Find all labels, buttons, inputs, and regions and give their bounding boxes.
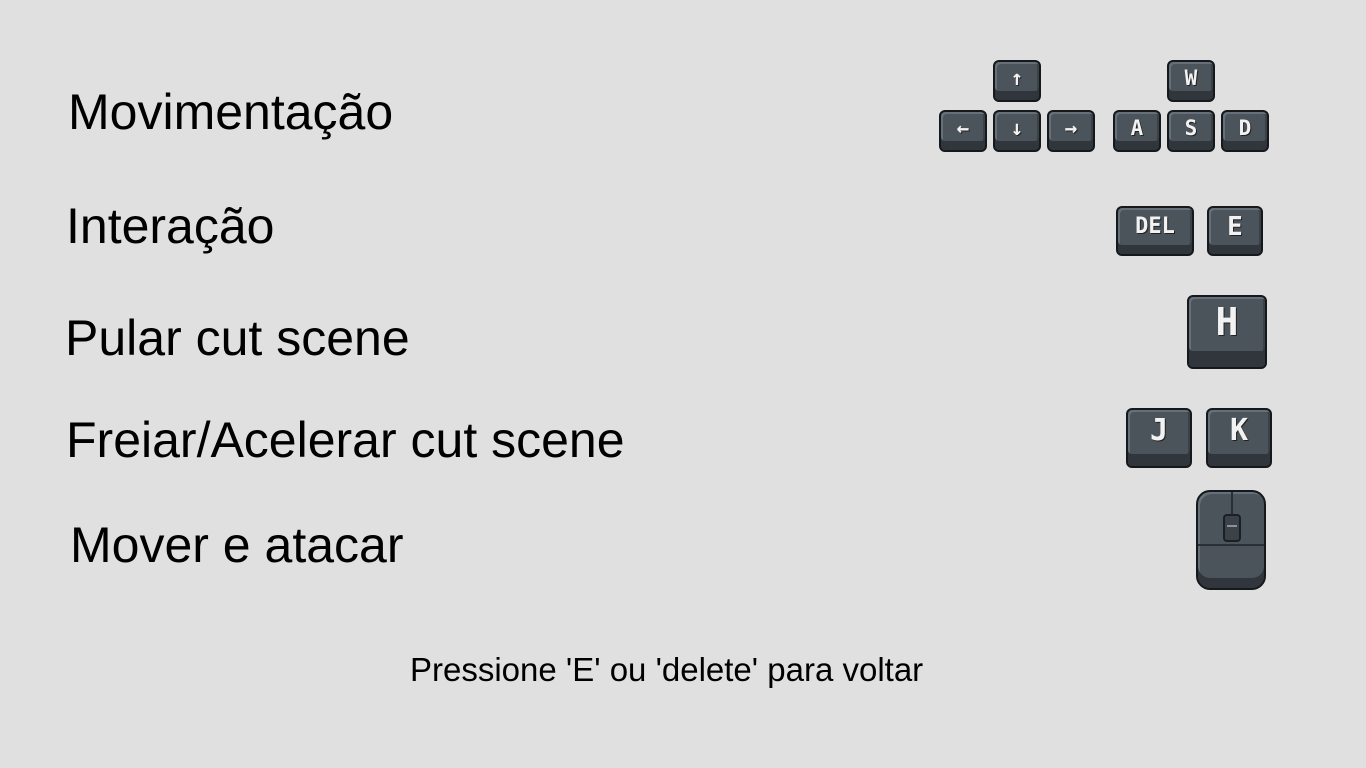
key-a-label: A (1130, 116, 1144, 140)
key-d-label: D (1238, 116, 1252, 140)
mouse-body-line (1198, 544, 1264, 546)
key-e: E (1207, 206, 1263, 256)
key-delete-label: DEL (1135, 214, 1175, 239)
key-k-label: K (1229, 413, 1249, 448)
arrow-right-icon: → (1064, 116, 1078, 140)
key-j: J (1126, 408, 1192, 468)
move-attack-label: Mover e atacar (70, 517, 404, 573)
arrow-down-key: ↓ (993, 110, 1041, 152)
mouse-wheel-highlight (1227, 525, 1237, 527)
mouse-icon (1196, 490, 1266, 590)
arrow-up-icon: ↑ (1010, 66, 1024, 90)
skip-cutscene-label: Pular cut scene (65, 310, 410, 366)
back-instruction: Pressione 'E' ou 'delete' para voltar (410, 651, 924, 688)
key-w-label: W (1184, 66, 1198, 90)
movement-label: Movimentação (68, 84, 394, 140)
key-s-label: S (1184, 116, 1198, 140)
key-h-label: H (1215, 300, 1239, 344)
key-j-label: J (1149, 413, 1169, 448)
key-d: D (1221, 110, 1269, 152)
arrow-left-icon: ← (956, 116, 970, 140)
key-h: H (1187, 295, 1267, 369)
speed-cutscene-label: Freiar/Acelerar cut scene (66, 412, 625, 468)
arrow-left-key: ← (939, 110, 987, 152)
arrow-right-key: → (1047, 110, 1095, 152)
key-k: K (1206, 408, 1272, 468)
key-a: A (1113, 110, 1161, 152)
arrow-up-key: ↑ (993, 60, 1041, 102)
mouse-wheel (1223, 514, 1241, 542)
interaction-label: Interação (66, 198, 275, 254)
key-delete: DEL (1116, 206, 1194, 256)
arrow-down-icon: ↓ (1010, 116, 1024, 140)
key-w: W (1167, 60, 1215, 102)
key-s: S (1167, 110, 1215, 152)
key-e-label: E (1227, 212, 1243, 242)
